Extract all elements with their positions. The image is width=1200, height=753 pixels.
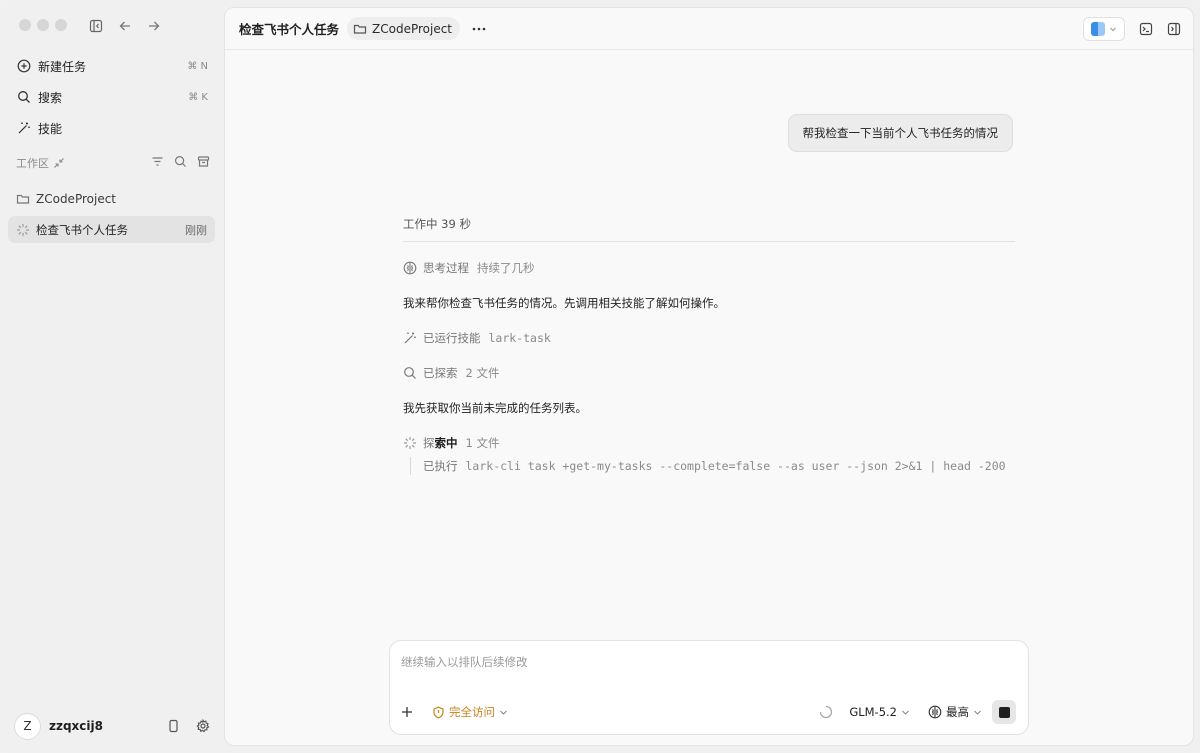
assistant-message: 我来帮你检查飞书任务的情况。先调用相关技能了解如何操作。: [403, 296, 725, 310]
chevron-down-icon: [973, 708, 982, 717]
workspace-label: 工作区: [16, 157, 49, 170]
chevron-down-icon: [901, 708, 910, 717]
exec-label: 已执行: [423, 459, 458, 473]
main-panel: 检查飞书个人任务 ZCodeProject 帮我检查一下当前个人飞书任务的情况 …: [224, 7, 1194, 746]
toggle-sidebar-icon[interactable]: [88, 18, 104, 34]
exec-command: lark-cli task +get-my-tasks --complete=f…: [465, 459, 1006, 473]
page-title: 检查飞书个人任务: [239, 22, 340, 37]
new-task-shortcut: ⌘ N: [187, 60, 208, 72]
filter-icon[interactable]: [151, 155, 164, 171]
brain-icon: [403, 261, 417, 275]
magic-wand-icon: [403, 331, 417, 345]
conversation: 工作中 39 秒 思考过程 持续了几秒 我来帮你检查飞书任务的情况。先调用相关技…: [403, 216, 1015, 475]
search-button[interactable]: 搜索 ⌘ K: [8, 83, 216, 111]
search-shortcut: ⌘ K: [188, 91, 208, 103]
username: zzqxcij8: [49, 719, 103, 733]
exec-command-line: 已执行 lark-cli task +get-my-tasks --comple…: [410, 457, 1015, 475]
task-time: 刚刚: [185, 223, 207, 237]
thinking-duration: 持续了几秒: [477, 261, 535, 275]
explored-count: 2 文件: [465, 366, 500, 380]
zoom-window-button[interactable]: [55, 19, 67, 31]
search-label: 搜索: [38, 90, 63, 105]
phone-icon[interactable]: [167, 719, 180, 733]
exploring-label-b: 索中: [434, 436, 458, 450]
assistant-message: 我先获取你当前未完成的任务列表。: [403, 401, 587, 415]
chevron-down-icon: [1109, 25, 1117, 33]
task-item[interactable]: 检查飞书个人任务 刚刚: [8, 216, 215, 243]
project-chip[interactable]: ZCodeProject: [347, 17, 461, 40]
avatar[interactable]: Z: [14, 712, 41, 740]
user-message-bubble: 帮我检查一下当前个人飞书任务的情况: [787, 114, 1013, 152]
brain-icon: [928, 705, 942, 719]
spinner-icon: [16, 223, 30, 237]
skill-name: lark-task: [488, 331, 551, 345]
user-row: Z zzqxcij8: [14, 712, 210, 740]
close-window-button[interactable]: [19, 19, 31, 31]
new-task-label: 新建任务: [38, 59, 87, 74]
explored-step[interactable]: 已探索 2 文件: [403, 364, 1015, 382]
terminal-icon[interactable]: [1139, 22, 1153, 36]
explored-label: 已探索: [423, 366, 458, 380]
stop-icon: [998, 706, 1010, 718]
folder-icon: [353, 22, 367, 36]
effort-selector[interactable]: 最高: [928, 704, 982, 720]
open-in-finder-button[interactable]: [1083, 17, 1125, 41]
access-mode-dropdown[interactable]: 完全访问: [432, 704, 508, 720]
sidebar: 新建任务 ⌘ N 搜索 ⌘ K 技能 工作区 ZCodeProject 检查飞书…: [0, 0, 224, 753]
forward-arrow-icon[interactable]: [146, 18, 162, 34]
thinking-step[interactable]: 思考过程 持续了几秒: [403, 259, 1015, 277]
model-selector[interactable]: GLM-5.2: [849, 705, 910, 719]
skill-run-step[interactable]: 已运行技能 lark-task: [403, 329, 1015, 347]
composer-input[interactable]: 继续输入以排队后续修改: [401, 654, 528, 670]
skills-button[interactable]: 技能: [8, 114, 216, 142]
plus-icon[interactable]: [400, 705, 414, 719]
search-icon: [16, 89, 32, 105]
collapse-icon[interactable]: [53, 157, 65, 169]
back-arrow-icon[interactable]: [117, 18, 133, 34]
model-label: GLM-5.2: [849, 705, 897, 719]
task-label: 检查飞书个人任务: [36, 222, 128, 237]
stop-button[interactable]: [992, 700, 1016, 724]
chevron-down-icon: [499, 708, 508, 717]
magic-wand-icon: [16, 120, 32, 136]
loading-spinner-icon: [819, 705, 833, 719]
archive-icon[interactable]: [197, 155, 210, 171]
composer[interactable]: 继续输入以排队后续修改 完全访问 GLM-5.2 最高: [389, 640, 1029, 735]
access-mode-label: 完全访问: [449, 705, 495, 719]
exploring-label-a: 探: [423, 436, 435, 450]
project-label: ZCodeProject: [36, 192, 116, 206]
app-window: 新建任务 ⌘ N 搜索 ⌘ K 技能 工作区 ZCodeProject 检查飞书…: [0, 0, 1200, 753]
skill-run-label: 已运行技能: [423, 331, 481, 345]
folder-icon: [16, 192, 30, 206]
exploring-count: 1 文件: [465, 436, 500, 450]
thinking-label: 思考过程: [423, 261, 469, 275]
spinner-icon: [403, 436, 417, 450]
exploring-step[interactable]: 探索中 1 文件: [403, 434, 1015, 452]
toggle-panel-icon[interactable]: [1167, 22, 1181, 36]
new-task-button[interactable]: 新建任务 ⌘ N: [8, 52, 216, 80]
skills-label: 技能: [38, 121, 63, 136]
working-status: 工作中 39 秒: [403, 216, 1015, 242]
minimize-window-button[interactable]: [37, 19, 49, 31]
finder-icon: [1091, 22, 1105, 36]
effort-label: 最高: [946, 705, 969, 719]
composer-toolbar: 完全访问 GLM-5.2 最高: [400, 700, 1016, 724]
shield-icon: [432, 706, 445, 719]
topbar: 检查飞书个人任务 ZCodeProject: [225, 8, 1193, 50]
search-icon: [403, 366, 417, 380]
more-icon[interactable]: [472, 27, 486, 31]
settings-gear-icon[interactable]: [196, 719, 210, 733]
new-task-icon: [16, 58, 32, 74]
project-item[interactable]: ZCodeProject: [8, 187, 216, 211]
project-chip-label: ZCodeProject: [372, 21, 453, 36]
workspace-search-icon[interactable]: [174, 155, 187, 171]
workspace-header: 工作区: [16, 154, 210, 172]
window-controls: [19, 19, 67, 31]
